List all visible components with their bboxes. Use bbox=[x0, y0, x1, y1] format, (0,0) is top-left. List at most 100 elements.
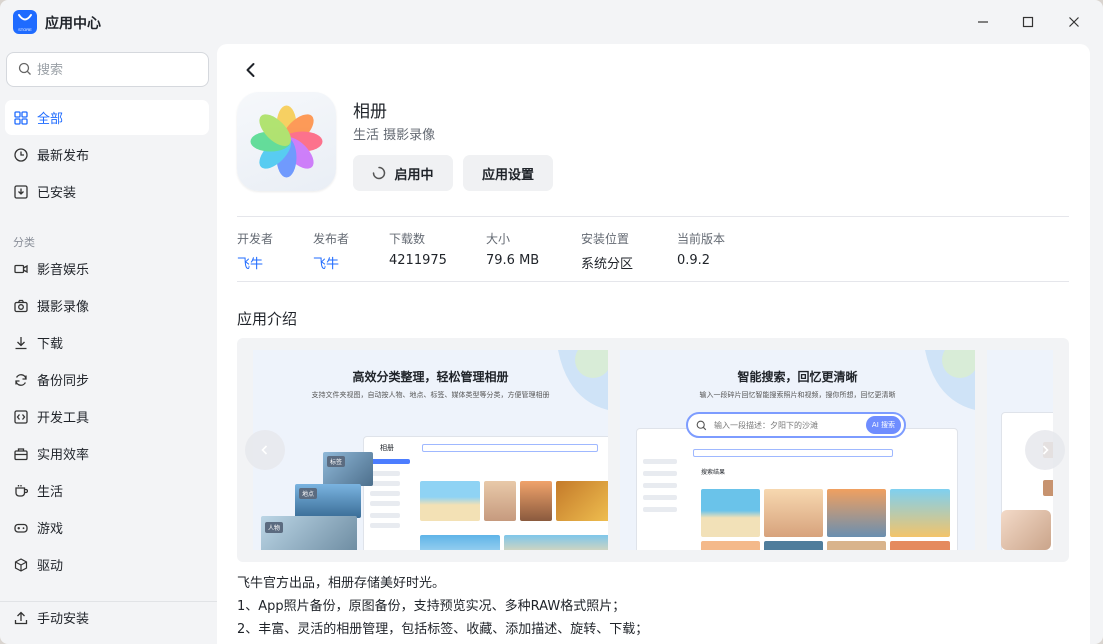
screenshot-carousel: 高效分类整理，轻松管理相册 支持文件夹视图，自动按人物、地点、标签、媒体类型等分… bbox=[237, 338, 1069, 562]
sidebar-item-label: 下载 bbox=[37, 337, 64, 352]
sidebar: 全部 最新发布 已安装 分类 影音娱乐 摄影录像 bbox=[0, 44, 217, 644]
close-button[interactable] bbox=[1064, 12, 1084, 32]
carousel-next-button[interactable] bbox=[1025, 430, 1065, 470]
photo-thumb bbox=[1001, 510, 1051, 550]
sidebar-item-download[interactable]: 下载 bbox=[5, 325, 209, 360]
section-title-categories: 分类 bbox=[13, 236, 35, 249]
search-icon bbox=[696, 420, 707, 431]
photo-thumb bbox=[764, 489, 823, 537]
ai-search-text: 输入一段描述：夕阳下的沙滩 bbox=[714, 421, 818, 430]
meta-value: 0.9.2 bbox=[677, 253, 711, 268]
carousel-prev-button[interactable] bbox=[245, 430, 285, 470]
mock-nav bbox=[370, 459, 410, 464]
sidebar-item-label: 驱动 bbox=[37, 559, 64, 574]
app-name: 相册 bbox=[353, 102, 387, 122]
meta-key: 安装位置 bbox=[581, 232, 630, 246]
screenshot-2[interactable]: 智能搜索，回忆更清晰 输入一段碎片回忆智能搜索照片和视频，搜你所想，回忆更清晰 … bbox=[620, 350, 975, 550]
sidebar-item-drivers[interactable]: 驱动 bbox=[5, 547, 209, 582]
sidebar-item-label: 影音娱乐 bbox=[37, 263, 90, 278]
sidebar-item-installed[interactable]: 已安装 bbox=[5, 174, 209, 209]
store-logo-text: STORE bbox=[18, 27, 32, 32]
spinner-icon bbox=[373, 166, 386, 180]
photo-thumb bbox=[420, 535, 500, 550]
title-bar: STORE 应用中心 bbox=[0, 0, 1103, 44]
meta-value: 4211975 bbox=[389, 253, 447, 268]
store-logo-icon: STORE bbox=[13, 10, 37, 34]
mock-nav bbox=[370, 501, 400, 506]
result-label: 搜索结果 bbox=[701, 469, 726, 476]
tag-label: 地点 bbox=[299, 488, 318, 499]
screenshot-subtitle: 支持文件夹视图，自动按人物、地点、标签、媒体类型等分类，方便管理相册 bbox=[311, 391, 550, 399]
meta-version: 当前版本 0.9.2 bbox=[677, 230, 725, 268]
app-settings-label: 应用设置 bbox=[481, 167, 534, 183]
photo-thumb bbox=[764, 541, 823, 550]
sidebar-item-life[interactable]: 生活 bbox=[5, 473, 209, 508]
sidebar-item-photography[interactable]: 摄影录像 bbox=[5, 288, 209, 323]
minimize-button[interactable] bbox=[973, 12, 993, 32]
cup-icon bbox=[13, 483, 29, 499]
search-icon bbox=[18, 62, 31, 75]
developer-link[interactable]: 飞牛 bbox=[237, 253, 273, 272]
mock-nav bbox=[643, 495, 677, 500]
app-categories: 生活 摄影录像 bbox=[353, 128, 436, 143]
code-icon bbox=[13, 409, 29, 425]
sidebar-item-video[interactable]: 影音娱乐 bbox=[5, 251, 209, 286]
sidebar-item-label: 实用效率 bbox=[37, 448, 90, 463]
sidebar-item-latest[interactable]: 最新发布 bbox=[5, 137, 209, 172]
chevron-right-icon bbox=[1042, 445, 1049, 455]
divider-top bbox=[237, 216, 1069, 217]
mock-search bbox=[693, 449, 893, 457]
meta-key: 发布者 bbox=[313, 232, 350, 246]
minimize-icon bbox=[978, 21, 988, 23]
meta-developer: 开发者 飞牛 bbox=[237, 230, 273, 272]
sidebar-item-label: 开发工具 bbox=[37, 411, 90, 426]
search-input[interactable] bbox=[37, 59, 197, 81]
launching-button[interactable]: 启用中 bbox=[353, 155, 453, 191]
tag-label: 标签 bbox=[327, 456, 346, 467]
window-title: 应用中心 bbox=[45, 16, 101, 32]
photos-app-icon bbox=[237, 92, 336, 191]
mock-nav bbox=[643, 471, 677, 476]
chevron-left-icon bbox=[246, 63, 255, 77]
photo-thumb bbox=[827, 541, 886, 550]
mock-title: 相册 bbox=[380, 444, 394, 452]
description-line: 1、App照片备份，原图备份，支持预览实况、多种RAW格式照片； bbox=[237, 599, 626, 614]
screenshot-title: 智能搜索，回忆更清晰 bbox=[737, 370, 858, 384]
sidebar-item-label: 全部 bbox=[37, 112, 64, 127]
sidebar-item-label: 备份同步 bbox=[37, 374, 90, 389]
sidebar-item-manual-install[interactable]: 手动安装 bbox=[5, 600, 209, 635]
sidebar-item-backup[interactable]: 备份同步 bbox=[5, 362, 209, 397]
app-settings-button[interactable]: 应用设置 bbox=[463, 155, 553, 191]
screenshot-title: 高效分类整理，轻松管理相册 bbox=[352, 370, 509, 384]
publisher-link[interactable]: 飞牛 bbox=[313, 253, 349, 272]
screenshot-subtitle: 输入一段碎片回忆智能搜索照片和视频，搜你所想，回忆更清晰 bbox=[699, 391, 896, 399]
meta-key: 大小 bbox=[486, 232, 511, 246]
main-panel: 相册 生活 摄影录像 启用中 应用设置 开发者 飞牛 发布者 飞牛 下载数 42… bbox=[217, 44, 1090, 644]
photo-thumb bbox=[504, 535, 608, 550]
ai-search-bar: 输入一段描述：夕阳下的沙滩 AI 搜索 bbox=[686, 412, 906, 438]
tag-label: 人物 bbox=[265, 522, 284, 533]
maximize-icon bbox=[1022, 16, 1034, 28]
description-line: 2、丰富、灵活的相册管理，包括标签、收藏、添加描述、旋转、下载； bbox=[237, 622, 649, 637]
mock-nav bbox=[370, 523, 400, 528]
maximize-button[interactable] bbox=[1018, 12, 1038, 32]
photo-thumb bbox=[827, 489, 886, 537]
screenshot-1[interactable]: 高效分类整理，轻松管理相册 支持文件夹视图，自动按人物、地点、标签、媒体类型等分… bbox=[253, 350, 608, 550]
upload-icon bbox=[13, 610, 29, 626]
sidebar-item-productivity[interactable]: 实用效率 bbox=[5, 436, 209, 471]
description-line: 飞牛官方出品，相册存储美好时光。 bbox=[237, 576, 446, 591]
clock-icon bbox=[13, 147, 29, 163]
back-button[interactable] bbox=[241, 60, 261, 80]
photo-thumb bbox=[1043, 480, 1053, 496]
mock-nav bbox=[370, 513, 400, 518]
sidebar-item-devtools[interactable]: 开发工具 bbox=[5, 399, 209, 434]
photo-thumb bbox=[890, 541, 950, 550]
app-center-window: STORE 应用中心 全部 最新发布 bbox=[0, 0, 1103, 644]
grid-icon bbox=[13, 110, 29, 126]
sidebar-item-label: 已安装 bbox=[37, 186, 77, 201]
sidebar-item-all[interactable]: 全部 bbox=[5, 100, 209, 135]
photo-thumb bbox=[520, 481, 552, 521]
sidebar-item-label: 手动安装 bbox=[37, 612, 90, 627]
sidebar-item-games[interactable]: 游戏 bbox=[5, 510, 209, 545]
photo-thumb bbox=[556, 481, 608, 521]
